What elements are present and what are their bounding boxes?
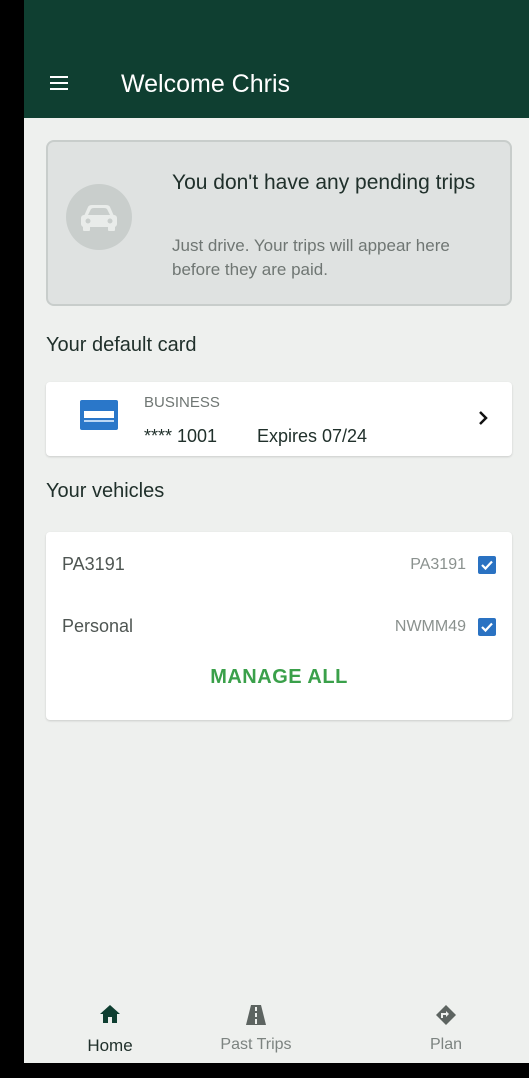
app-bar: Welcome Chris	[24, 44, 529, 118]
default-card-row[interactable]: BUSINESS **** 1001 Expires 07/24	[46, 382, 512, 456]
vehicle-plate: NWMM49	[394, 618, 466, 635]
system-nav-bar	[0, 1063, 529, 1078]
pending-subtitle: Just drive. Your trips will appear here …	[172, 236, 450, 279]
pending-trips-card: You don't have any pending trips Just dr…	[46, 140, 512, 306]
vehicles-heading: Your vehicles	[46, 480, 165, 502]
directions-icon	[436, 1005, 456, 1025]
vehicle-plate: PA3191	[410, 556, 466, 573]
nav-past-trips-label: Past Trips	[220, 1036, 292, 1053]
status-bar	[24, 0, 529, 44]
vehicle-name: PA3191	[62, 554, 125, 574]
hamburger-menu-icon[interactable]	[50, 76, 68, 90]
nav-home-label: Home	[87, 1036, 133, 1055]
bottom-navigation: Home Past Trips Plan	[24, 990, 529, 1063]
vehicle-row: Personal NWMM49	[46, 596, 512, 658]
car-icon	[66, 184, 132, 250]
nav-past-trips[interactable]: Past Trips	[186, 990, 326, 1063]
app-screen: Welcome Chris You don't have any pending…	[24, 0, 529, 1063]
vehicle-row: PA3191 PA3191	[46, 534, 512, 596]
vehicle-name: Personal	[62, 616, 134, 636]
vehicles-card: PA3191 PA3191 Personal NWMM49 MANAGE ALL	[46, 532, 512, 720]
vehicle-checkbox[interactable]	[478, 556, 496, 574]
card-type: BUSINESS	[144, 394, 220, 411]
chevron-right-icon	[479, 411, 488, 425]
nav-plan[interactable]: Plan	[376, 990, 516, 1063]
amex-card-icon	[80, 400, 118, 430]
nav-plan-label: Plan	[429, 1036, 463, 1053]
pending-title: You don't have any pending trips	[172, 171, 476, 194]
vehicle-checkbox[interactable]	[478, 618, 496, 636]
card-expiry: Expires 07/24	[257, 426, 368, 446]
home-icon	[100, 1005, 120, 1023]
page-title: Welcome Chris	[121, 70, 291, 98]
road-icon	[246, 1005, 266, 1025]
manage-all-button[interactable]: MANAGE ALL	[46, 650, 512, 704]
default-card-heading: Your default card	[46, 334, 197, 356]
card-number: **** 1001	[144, 426, 218, 446]
nav-home[interactable]: Home	[40, 990, 180, 1063]
